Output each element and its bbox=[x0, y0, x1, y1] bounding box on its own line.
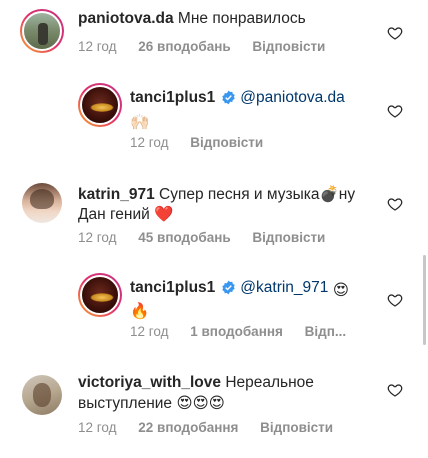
reply-tanci1plus1-2: tanci1plus1 @katrin_971 😍 🔥 12 год 1 впод… bbox=[0, 270, 428, 350]
avatar[interactable] bbox=[20, 9, 64, 53]
heart-outline-icon[interactable] bbox=[387, 103, 403, 119]
avatar[interactable] bbox=[78, 83, 122, 127]
username[interactable]: paniotova.da bbox=[78, 10, 174, 27]
heart-outline-icon[interactable] bbox=[387, 25, 403, 41]
timestamp: 12 год bbox=[130, 324, 169, 339]
mention-link[interactable]: @paniotova.da bbox=[240, 89, 345, 106]
heart-outline-icon[interactable] bbox=[387, 196, 403, 212]
timestamp: 12 год bbox=[78, 39, 117, 54]
reply-tanci1plus1-1: tanci1plus1 @paniotova.da 🙌🏻 12 год Відпо… bbox=[0, 80, 428, 160]
likes-count[interactable]: 1 вподобання bbox=[190, 324, 283, 339]
username[interactable]: tanci1plus1 bbox=[130, 89, 215, 106]
scrollbar[interactable] bbox=[423, 255, 426, 345]
reply-button[interactable]: Відповісти bbox=[260, 420, 333, 435]
avatar[interactable] bbox=[22, 183, 62, 223]
reply-button[interactable]: Відповісти bbox=[190, 135, 263, 150]
username[interactable]: victoriya_with_love bbox=[78, 374, 221, 391]
comment-text-line2: Дан гений ❤️ bbox=[78, 206, 174, 223]
heart-eyes-emoji: 😍 bbox=[332, 282, 349, 299]
comment-text: Нереальное bbox=[225, 374, 314, 391]
reply-button[interactable]: Відповісти bbox=[252, 230, 325, 245]
comment-text: Мне понравилось bbox=[177, 10, 306, 27]
heart-outline-icon[interactable] bbox=[387, 382, 403, 398]
avatar[interactable] bbox=[78, 273, 122, 317]
likes-count[interactable]: 22 вподобання bbox=[138, 420, 238, 435]
likes-count[interactable]: 45 вподобань bbox=[138, 230, 230, 245]
comment-paniotova: paniotova.da Мне понравилось 12 год 26 в… bbox=[0, 0, 428, 60]
timestamp: 12 год bbox=[130, 135, 169, 150]
verified-badge-icon bbox=[222, 90, 235, 105]
verified-badge-icon bbox=[222, 280, 235, 295]
username[interactable]: tanci1plus1 bbox=[130, 279, 215, 296]
reply-button[interactable]: Відповісти bbox=[252, 39, 325, 54]
comment-katrin: katrin_971 Супер песня и музыка💣ну Дан г… bbox=[0, 178, 428, 258]
comment-text: Супер песня и музыка💣ну bbox=[159, 186, 356, 203]
comment-text-line2: выступление 😍😍😍 bbox=[78, 395, 225, 412]
timestamp: 12 год bbox=[78, 420, 117, 435]
reply-button[interactable]: Відп... bbox=[305, 324, 346, 339]
avatar[interactable] bbox=[22, 375, 62, 415]
username[interactable]: katrin_971 bbox=[78, 186, 155, 203]
likes-count[interactable]: 26 вподобань bbox=[138, 39, 230, 54]
fire-emoji: 🔥 bbox=[130, 303, 150, 320]
mention-link[interactable]: @katrin_971 bbox=[240, 279, 328, 296]
raised-hands-emoji: 🙌🏻 bbox=[130, 114, 150, 131]
comment-victoriya: victoriya_with_love Нереальное выступлен… bbox=[0, 366, 428, 458]
timestamp: 12 год bbox=[78, 230, 117, 245]
heart-outline-icon[interactable] bbox=[387, 292, 403, 308]
